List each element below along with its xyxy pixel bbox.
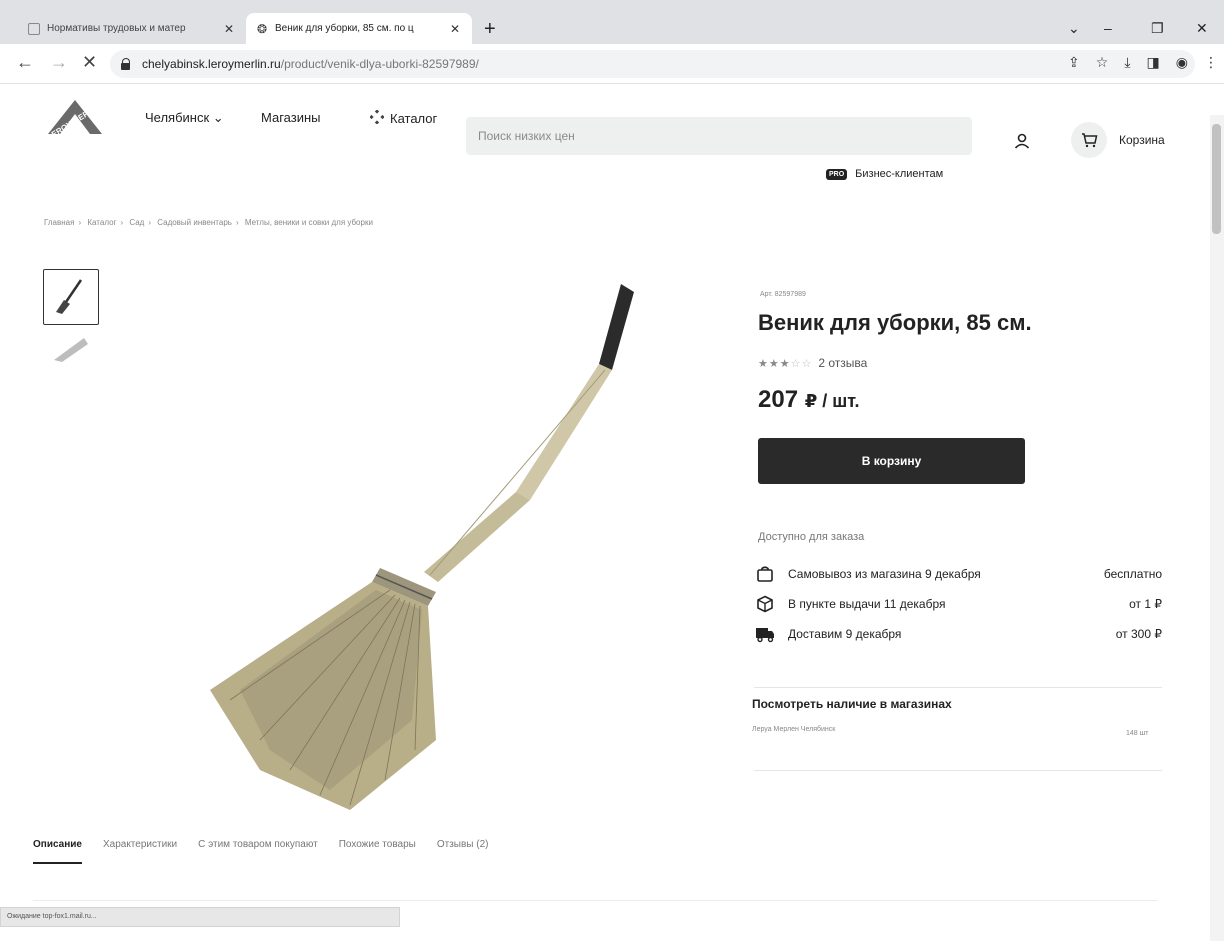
thumbnail-2[interactable] bbox=[48, 334, 92, 364]
browser-tab-2[interactable]: ❂ Веник для уборки, 85 см. по ц ✕ bbox=[246, 13, 472, 44]
breadcrumb-item[interactable]: Садовый инвентарь bbox=[157, 218, 232, 227]
divider bbox=[33, 900, 1158, 901]
stop-loading-icon[interactable]: ✕ bbox=[82, 52, 97, 72]
cart-icon bbox=[1071, 122, 1107, 158]
price-unit: ₽ / шт. bbox=[804, 391, 860, 411]
minimize-icon[interactable]: – bbox=[1104, 20, 1112, 36]
delivery-price: от 1 ₽ bbox=[1129, 597, 1162, 611]
close-icon[interactable]: ✕ bbox=[222, 22, 236, 36]
reviews-link[interactable]: 2 отзыва bbox=[818, 356, 867, 370]
bookmark-star-icon[interactable]: ☆ bbox=[1096, 54, 1109, 71]
browser-tab-1[interactable]: Нормативы трудовых и матер ✕ bbox=[18, 13, 246, 44]
stock-quantity: 148 шт bbox=[1126, 730, 1149, 737]
product-image[interactable] bbox=[200, 270, 660, 825]
lock-icon bbox=[120, 58, 132, 70]
toolbar-icons: ⇪ ☆ ⤓ ◨ ◉ ⋮ bbox=[1068, 54, 1218, 71]
thumbnail-1[interactable] bbox=[43, 269, 99, 325]
breadcrumb: Главная › Каталог › Сад › Садовый инвентарь… bbox=[44, 218, 373, 227]
star-filled-icon: ★ bbox=[768, 357, 780, 370]
catalog-button[interactable]: Каталог bbox=[369, 109, 438, 127]
leroy-merlin-logo[interactable]: LEROY MERLIN bbox=[44, 94, 106, 142]
tab-search-icon[interactable]: ⌄ bbox=[1068, 20, 1080, 37]
stores-link[interactable]: Магазины bbox=[261, 110, 321, 125]
sheet-icon bbox=[28, 22, 40, 35]
stock-store-name[interactable]: Леруа Мерлен Челябинск bbox=[752, 726, 835, 733]
tab-title: Веник для уборки, 85 см. по ц bbox=[275, 23, 414, 34]
browser-toolbar: ← → ✕ chelyabinsk.leroymerlin.ru/product… bbox=[0, 44, 1224, 84]
truck-icon bbox=[754, 625, 776, 643]
menu-kebab-icon[interactable]: ⋮ bbox=[1204, 54, 1218, 71]
divider bbox=[754, 770, 1162, 771]
divider bbox=[754, 687, 1162, 688]
cart-label: Корзина bbox=[1119, 133, 1165, 147]
city-selector[interactable]: Челябинск ⌄ bbox=[145, 110, 224, 126]
user-icon[interactable] bbox=[1014, 133, 1030, 154]
star-empty-icon: ☆ bbox=[801, 357, 813, 370]
city-label: Челябинск bbox=[145, 110, 210, 125]
business-label: Бизнес-клиентам bbox=[855, 168, 944, 180]
cart-button[interactable]: Корзина bbox=[1071, 120, 1165, 160]
status-bar: Ожидание top-fox1.mail.ru... bbox=[0, 907, 400, 927]
delivery-option-pickup[interactable]: Самовывоз из магазина 9 декабря бесплатн… bbox=[754, 565, 1162, 583]
bag-icon bbox=[754, 565, 776, 583]
delivery-price: от 300 ₽ bbox=[1115, 627, 1162, 641]
tab-title: Нормативы трудовых и матер bbox=[47, 23, 186, 34]
profile-icon[interactable]: ◉ bbox=[1176, 54, 1188, 71]
catalog-icon bbox=[369, 109, 385, 127]
tab-bought-together[interactable]: С этим товаром покупают bbox=[198, 839, 318, 864]
business-clients-link[interactable]: PRO Бизнес-клиентам bbox=[826, 168, 943, 180]
delivery-price: бесплатно bbox=[1103, 567, 1162, 581]
product-title: Веник для уборки, 85 см. bbox=[758, 310, 1032, 335]
availability-heading: Доступно для заказа bbox=[758, 531, 865, 543]
star-empty-icon: ☆ bbox=[790, 357, 802, 370]
browser-tab-strip: Нормативы трудовых и матер ✕ ❂ Веник для… bbox=[0, 0, 1224, 44]
breadcrumb-item[interactable]: Метлы, веники и совки для уборки bbox=[245, 218, 373, 227]
back-arrow-icon[interactable]: ← bbox=[16, 52, 34, 72]
add-to-cart-button[interactable]: В корзину bbox=[758, 438, 1025, 484]
close-icon[interactable]: ✕ bbox=[448, 22, 462, 36]
tab-description[interactable]: Описание bbox=[33, 839, 82, 864]
tab-reviews[interactable]: Отзывы (2) bbox=[437, 839, 489, 864]
delivery-option-courier[interactable]: Доставим 9 декабря от 300 ₽ bbox=[754, 625, 1162, 643]
star-filled-icon: ★ bbox=[779, 357, 791, 370]
box-icon bbox=[754, 595, 776, 613]
leroy-favicon-icon: ❂ bbox=[256, 21, 268, 36]
delivery-label: В пункте выдачи 11 декабря bbox=[788, 597, 946, 611]
stock-heading[interactable]: Посмотреть наличие в магазинах bbox=[752, 697, 952, 711]
breadcrumb-item[interactable]: Сад bbox=[129, 218, 144, 227]
new-tab-button[interactable]: + bbox=[484, 19, 496, 39]
pro-badge: PRO bbox=[826, 168, 848, 180]
address-bar[interactable]: chelyabinsk.leroymerlin.ru/product/venik… bbox=[110, 50, 1195, 78]
url-host: chelyabinsk.leroymerlin.ru bbox=[142, 57, 281, 71]
catalog-label: Каталог bbox=[390, 111, 438, 126]
product-tabs: Описание Характеристики С этим товаром п… bbox=[33, 839, 509, 864]
delivery-label: Доставим 9 декабря bbox=[788, 627, 902, 641]
rating-stars: ★★★☆☆ bbox=[758, 357, 812, 370]
breadcrumb-item[interactable]: Каталог bbox=[87, 218, 116, 227]
download-icon[interactable]: ⤓ bbox=[1124, 54, 1130, 71]
side-panel-icon[interactable]: ◨ bbox=[1147, 54, 1160, 71]
forward-arrow-icon[interactable]: → bbox=[50, 52, 68, 72]
rating[interactable]: ★★★☆☆ 2 отзыва bbox=[758, 356, 867, 370]
breadcrumb-item[interactable]: Главная bbox=[44, 218, 74, 227]
price: 207 ₽ / шт. bbox=[758, 386, 859, 414]
window-close-icon[interactable]: ✕ bbox=[1196, 20, 1208, 37]
price-value: 207 bbox=[758, 386, 799, 413]
delivery-option-pickup-point[interactable]: В пункте выдачи 11 декабря от 1 ₽ bbox=[754, 595, 1162, 613]
share-icon[interactable]: ⇪ bbox=[1068, 54, 1080, 71]
url-path: /product/venik-dlya-uborki-82597989/ bbox=[280, 57, 479, 71]
chevron-down-icon: ⌄ bbox=[212, 110, 224, 125]
maximize-icon[interactable]: ❐ bbox=[1151, 20, 1164, 37]
scrollbar-thumb[interactable] bbox=[1212, 124, 1221, 234]
article-number: Арт. 82597989 bbox=[760, 291, 806, 298]
tab-specifications[interactable]: Характеристики bbox=[103, 839, 177, 864]
scrollbar-track[interactable] bbox=[1210, 115, 1224, 941]
delivery-label: Самовывоз из магазина 9 декабря bbox=[788, 567, 981, 581]
search-input[interactable] bbox=[466, 117, 972, 155]
star-filled-icon: ★ bbox=[758, 357, 769, 370]
tab-similar-products[interactable]: Похожие товары bbox=[339, 839, 416, 864]
